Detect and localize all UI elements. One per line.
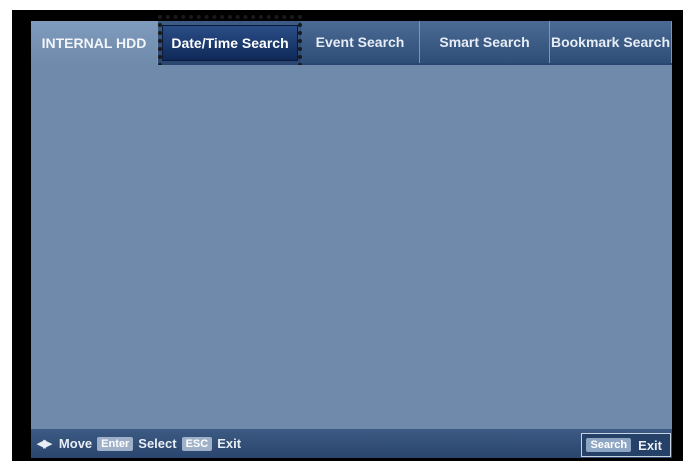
select-hint-label: Select — [138, 436, 177, 451]
exit-hint-label: Exit — [217, 436, 242, 451]
enter-key-badge: Enter — [97, 436, 134, 451]
search-exit-button[interactable]: Search Exit — [581, 433, 671, 457]
tab-event-search[interactable]: Event Search — [301, 21, 420, 63]
tab-date-time-search[interactable]: Date/Time Search — [162, 25, 298, 61]
key-hints: ◀▶ Move Enter Select ESC Exit — [37, 429, 241, 458]
search-key-badge: Search — [586, 438, 632, 452]
footer-bar: ◀▶ Move Enter Select ESC Exit Search Exi… — [31, 429, 672, 458]
tab-internal-hdd[interactable]: INTERNAL HDD — [31, 21, 158, 65]
search-exit-label: Exit — [638, 437, 662, 453]
tab-smart-search[interactable]: Smart Search — [420, 21, 550, 63]
move-hint-label: Move — [58, 436, 93, 451]
search-panel: INTERNAL HDD Date/Time Search Event Sear… — [31, 15, 672, 458]
esc-key-badge: ESC — [181, 436, 213, 451]
tab-bookmark-search[interactable]: Bookmark Search — [550, 21, 672, 63]
tab-bar: INTERNAL HDD Date/Time Search Event Sear… — [31, 21, 672, 65]
content-area — [31, 65, 672, 429]
left-right-arrows-icon: ◀▶ — [37, 438, 52, 450]
